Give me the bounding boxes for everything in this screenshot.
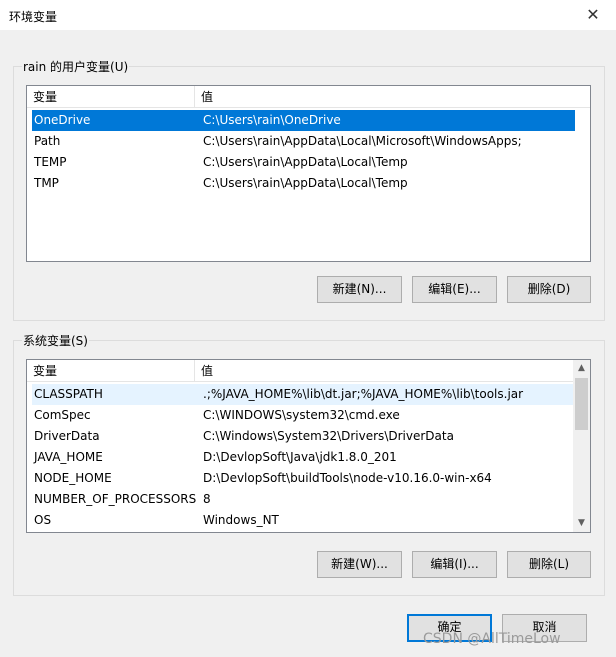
variable-name: Path xyxy=(34,134,61,148)
scroll-down-icon[interactable]: ▼ xyxy=(573,515,590,532)
variable-value: C:\Windows\System32\Drivers\DriverData xyxy=(203,429,454,443)
variable-value: C:\Users\rain\AppData\Local\Temp xyxy=(203,155,408,169)
list-item[interactable]: NODE_HOME D:\DevlopSoft\buildTools\node-… xyxy=(32,468,575,489)
variable-value: C:\Users\rain\AppData\Local\Temp xyxy=(203,176,408,190)
variable-name: JAVA_HOME xyxy=(34,450,103,464)
column-header-variable[interactable]: 变量 xyxy=(27,360,195,382)
close-icon[interactable]: ✕ xyxy=(570,0,616,30)
vertical-scrollbar[interactable]: ▲ ▼ xyxy=(573,360,590,532)
variable-name: OneDrive xyxy=(34,113,91,127)
user-variables-list[interactable]: 变量 值 OneDrive C:\Users\rain\OneDrive Pat… xyxy=(26,85,591,262)
column-header-value[interactable]: 值 xyxy=(195,86,590,108)
list-item[interactable]: OS Windows_NT xyxy=(32,510,575,531)
variable-value: C:\Users\rain\AppData\Local\Microsoft\Wi… xyxy=(203,134,522,148)
list-item[interactable]: OneDrive C:\Users\rain\OneDrive xyxy=(32,110,575,131)
column-header-variable[interactable]: 变量 xyxy=(27,86,195,108)
system-variables-list[interactable]: 变量 值 CLASSPATH .;%JAVA_HOME%\lib\dt.jar;… xyxy=(26,359,591,533)
list-item[interactable]: TEMP C:\Users\rain\AppData\Local\Temp xyxy=(32,152,575,173)
list-header: 变量 值 xyxy=(27,360,574,382)
user-delete-button[interactable]: 删除(D) xyxy=(507,276,591,303)
list-item[interactable]: NUMBER_OF_PROCESSORS 8 xyxy=(32,489,575,510)
column-header-value[interactable]: 值 xyxy=(195,360,574,382)
variable-value: Windows_NT xyxy=(203,513,279,527)
variable-value: D:\DevlopSoft\buildTools\node-v10.16.0-w… xyxy=(203,471,492,485)
list-item[interactable]: DriverData C:\Windows\System32\Drivers\D… xyxy=(32,426,575,447)
variable-name: DriverData xyxy=(34,429,100,443)
variable-value: C:\Users\rain\OneDrive xyxy=(203,113,341,127)
window-title: 环境变量 xyxy=(9,10,58,24)
variable-value: .;%JAVA_HOME%\lib\dt.jar;%JAVA_HOME%\lib… xyxy=(203,387,524,401)
system-delete-button[interactable]: 删除(L) xyxy=(507,551,591,578)
variable-name: TEMP xyxy=(34,155,67,169)
variable-name: TMP xyxy=(34,176,59,190)
user-new-button[interactable]: 新建(N)... xyxy=(317,276,402,303)
variable-name: OS xyxy=(34,513,52,527)
system-new-button[interactable]: 新建(W)... xyxy=(317,551,402,578)
list-header: 变量 值 xyxy=(27,86,590,108)
variable-value: C:\WINDOWS\system32\cmd.exe xyxy=(203,408,400,422)
system-edit-button[interactable]: 编辑(I)... xyxy=(412,551,497,578)
user-edit-button[interactable]: 编辑(E)... xyxy=(412,276,497,303)
title-bar: 环境变量 ✕ xyxy=(0,0,616,30)
list-item[interactable]: TMP C:\Users\rain\AppData\Local\Temp xyxy=(32,173,575,194)
scroll-up-icon[interactable]: ▲ xyxy=(573,360,590,377)
variable-name: ComSpec xyxy=(34,408,91,422)
variable-name: NODE_HOME xyxy=(34,471,112,485)
list-item[interactable]: CLASSPATH .;%JAVA_HOME%\lib\dt.jar;%JAVA… xyxy=(32,384,575,405)
watermark-text: CSDN @AllTimeLow xyxy=(423,631,561,647)
variable-name: NUMBER_OF_PROCESSORS xyxy=(34,492,197,506)
user-variables-legend: rain 的用户变量(U) xyxy=(22,58,130,75)
system-variables-legend: 系统变量(S) xyxy=(22,332,89,349)
variable-value: 8 xyxy=(203,492,211,506)
scrollbar-thumb[interactable] xyxy=(575,378,588,430)
variable-name: CLASSPATH xyxy=(34,387,103,401)
list-item[interactable]: Path C:\Users\rain\AppData\Local\Microso… xyxy=(32,131,575,152)
variable-value: D:\DevlopSoft\Java\jdk1.8.0_201 xyxy=(203,450,397,464)
list-item[interactable]: JAVA_HOME D:\DevlopSoft\Java\jdk1.8.0_20… xyxy=(32,447,575,468)
list-item[interactable]: ComSpec C:\WINDOWS\system32\cmd.exe xyxy=(32,405,575,426)
